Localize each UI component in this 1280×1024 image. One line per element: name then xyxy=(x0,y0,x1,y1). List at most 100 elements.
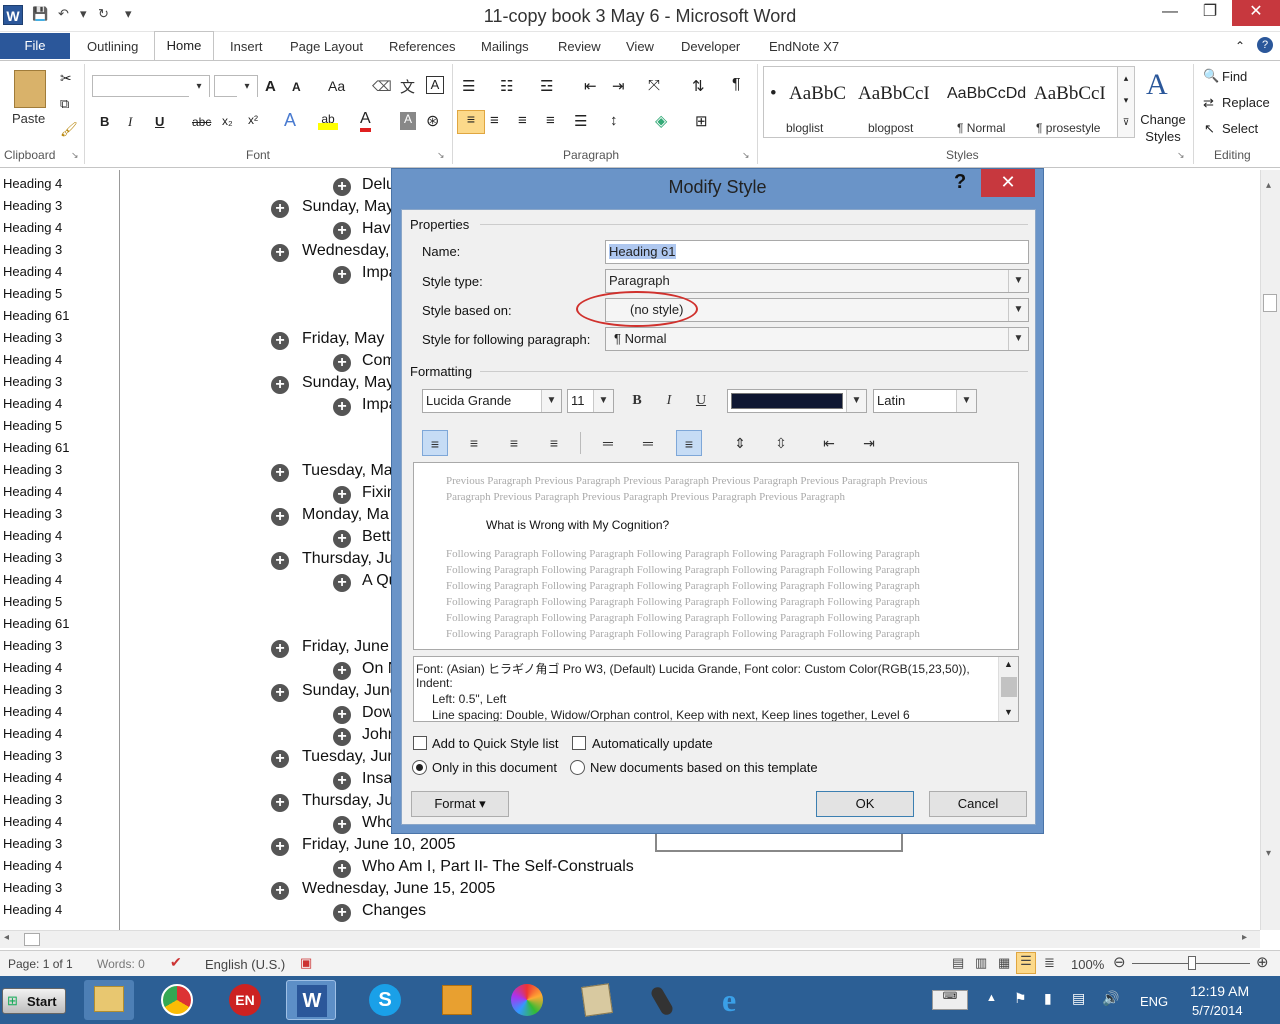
tab-endnote[interactable]: EndNote X7 xyxy=(769,39,839,54)
dialog-italic-button[interactable]: I xyxy=(656,388,682,414)
document-heading[interactable]: Tuesday, Jun xyxy=(302,748,396,766)
style-type-select[interactable]: Paragraph ▼ xyxy=(605,269,1029,293)
bold-button[interactable]: B xyxy=(100,114,109,129)
expand-icon[interactable]: + xyxy=(271,750,289,768)
document-heading[interactable]: Wednesday, June 15, 2005 xyxy=(302,880,495,898)
double-spacing-button[interactable]: ≡ xyxy=(676,430,702,456)
copy-icon[interactable]: ⧉ xyxy=(60,96,69,112)
volume-icon[interactable]: 🔊 xyxy=(1102,990,1119,1007)
expand-icon[interactable]: + xyxy=(271,244,289,262)
script-select[interactable]: Latin ▼ xyxy=(873,389,977,413)
nav-pane-item[interactable]: Heading 4 xyxy=(3,572,62,587)
font-color-icon[interactable]: A xyxy=(360,110,371,132)
justify-button[interactable]: ≡ xyxy=(546,112,555,129)
font-name-select[interactable]: Lucida Grande ▼ xyxy=(422,389,562,413)
dialog-align-left-button[interactable]: ≡ xyxy=(422,430,448,456)
borders-icon[interactable]: ⊞ xyxy=(695,112,708,130)
style-sample-bloglist[interactable]: AaBbC xyxy=(789,83,846,105)
scroll-up-icon[interactable]: ▲ xyxy=(1004,659,1013,669)
zoom-in-icon[interactable]: ⊕ xyxy=(1256,953,1269,971)
chevron-down-icon[interactable]: ▼ xyxy=(846,390,866,412)
grow-font-button[interactable]: A xyxy=(265,78,276,95)
tab-file[interactable]: File xyxy=(0,33,70,59)
numbering-icon[interactable]: ☷ xyxy=(500,77,513,95)
character-border-icon[interactable]: A xyxy=(426,76,444,94)
chevron-down-icon[interactable]: ▼ xyxy=(541,390,561,412)
clock-date[interactable]: 5/7/2014 xyxy=(1192,1003,1243,1018)
sort-icon[interactable]: ⇅ xyxy=(692,77,705,95)
document-heading[interactable]: Friday, June 10, 2005 xyxy=(302,836,456,854)
dialog-align-right-button[interactable]: ≡ xyxy=(501,430,527,456)
nav-pane-item[interactable]: Heading 4 xyxy=(3,220,62,235)
document-heading[interactable]: Sunday, May xyxy=(302,198,394,216)
print-layout-icon[interactable]: ▤ xyxy=(952,955,964,971)
expand-icon[interactable]: + xyxy=(333,222,351,240)
increase-paragraph-spacing-icon[interactable]: ⇕ xyxy=(727,430,753,456)
italic-button[interactable]: I xyxy=(128,114,132,130)
internet-explorer-icon[interactable]: e xyxy=(712,980,762,1020)
zoom-slider-thumb[interactable] xyxy=(1188,956,1196,970)
microphone-icon[interactable] xyxy=(640,980,690,1020)
dialog-bold-button[interactable]: B xyxy=(624,388,650,414)
font-size-combo[interactable]: ▾ xyxy=(214,75,258,98)
change-case-button[interactable]: Aa xyxy=(328,78,345,94)
launcher-icon[interactable]: ↘ xyxy=(1177,150,1185,161)
nav-pane-item[interactable]: Heading 5 xyxy=(3,418,62,433)
expand-icon[interactable]: + xyxy=(333,860,351,878)
nav-pane-item[interactable]: Heading 4 xyxy=(3,396,62,411)
font-name-combo[interactable]: ▾ xyxy=(92,75,210,98)
nav-pane-item[interactable]: Heading 4 xyxy=(3,264,62,279)
expand-icon[interactable]: + xyxy=(333,354,351,372)
nav-pane-item[interactable]: Heading 4 xyxy=(3,660,62,675)
document-heading[interactable]: Thursday, Ju xyxy=(302,550,393,568)
tab-view[interactable]: View xyxy=(626,39,654,54)
nav-pane-item[interactable]: Heading 3 xyxy=(3,638,62,653)
draft-view-icon[interactable]: ≣ xyxy=(1044,955,1055,971)
increase-indent-icon[interactable]: ⇥ xyxy=(612,77,625,95)
clear-formatting-icon[interactable]: ⌫ xyxy=(372,78,392,95)
skype-icon[interactable]: S xyxy=(360,980,410,1020)
description-scrollbar[interactable]: ▲ ▼ xyxy=(998,657,1018,721)
superscript-button[interactable]: x² xyxy=(248,113,258,127)
chevron-down-icon[interactable]: ▼ xyxy=(956,390,976,412)
document-heading[interactable]: Sunday, June xyxy=(302,682,399,700)
auto-update-checkbox[interactable] xyxy=(572,736,586,750)
ok-button[interactable]: OK xyxy=(816,791,914,817)
nav-pane-item[interactable]: Heading 4 xyxy=(3,176,62,191)
style-name-blogpost[interactable]: blogpost xyxy=(868,121,913,135)
document-heading[interactable]: Friday, June xyxy=(302,638,389,656)
center-button[interactable]: ≡ xyxy=(490,112,499,129)
flag-icon[interactable]: ⚑ xyxy=(1014,990,1027,1007)
expand-icon[interactable]: + xyxy=(271,838,289,856)
nav-pane-item[interactable]: Heading 3 xyxy=(3,506,62,521)
phonetic-guide-icon[interactable]: 文 xyxy=(400,76,415,97)
following-paragraph-select[interactable]: ¶ Normal ▼ xyxy=(605,327,1029,351)
launcher-icon[interactable]: ↘ xyxy=(742,150,750,161)
bullets-icon[interactable]: ☰ xyxy=(462,77,475,95)
auto-update-label[interactable]: Automatically update xyxy=(592,736,713,751)
language-bar[interactable]: ENG xyxy=(1140,994,1168,1009)
expand-icon[interactable]: + xyxy=(333,266,351,284)
style-sample-blogpost[interactable]: AaBbCcI xyxy=(858,83,930,105)
nav-pane-item[interactable]: Heading 3 xyxy=(3,242,62,257)
nav-pane-item[interactable]: Heading 4 xyxy=(3,814,62,829)
styles-gallery-scroll[interactable]: ▴ ▾ ⊽ xyxy=(1117,66,1135,138)
scroll-down-icon[interactable]: ▼ xyxy=(1004,707,1013,717)
hscroll-thumb[interactable] xyxy=(24,933,40,946)
endnote-icon[interactable]: EN xyxy=(220,980,270,1020)
start-button[interactable]: ⊞ Start xyxy=(2,988,66,1014)
document-heading[interactable]: Friday, May xyxy=(302,330,384,348)
battery-icon[interactable]: ▮ xyxy=(1044,990,1052,1007)
style-sample-normal[interactable]: AaBbCcDd xyxy=(947,85,1026,103)
one-half-spacing-button[interactable]: ═ xyxy=(635,430,661,456)
nav-pane-item[interactable]: Heading 3 xyxy=(3,462,62,477)
expand-icon[interactable]: + xyxy=(271,794,289,812)
decrease-paragraph-spacing-icon[interactable]: ⇳ xyxy=(768,430,794,456)
expand-icon[interactable]: + xyxy=(333,178,351,196)
nav-pane-item[interactable]: Heading 3 xyxy=(3,682,62,697)
launcher-icon[interactable]: ↘ xyxy=(71,150,79,161)
horizontal-scrollbar[interactable]: ◂ ▸ xyxy=(0,930,1260,948)
paste-button[interactable]: Paste xyxy=(12,111,45,126)
full-screen-reading-icon[interactable]: ▥ xyxy=(975,955,987,971)
file-explorer-icon[interactable] xyxy=(84,980,134,1020)
